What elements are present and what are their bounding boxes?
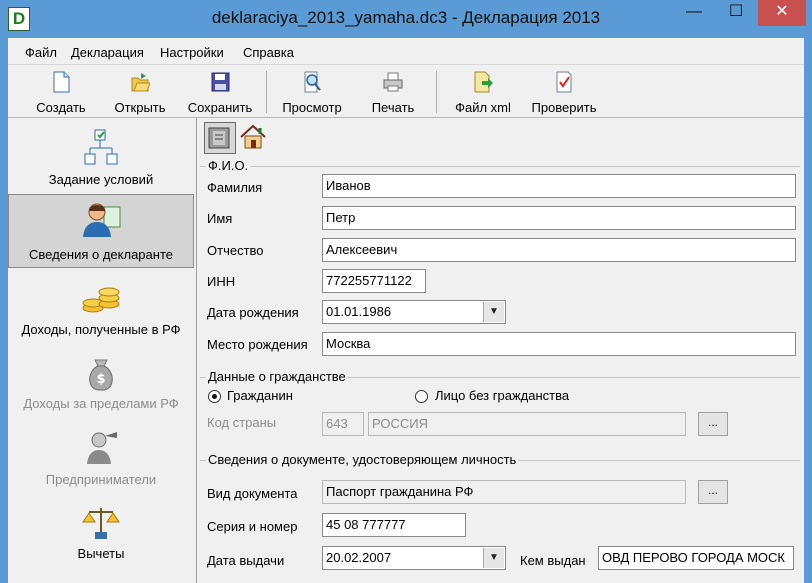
xml-file-export-icon [474,71,493,93]
document-group-title: Сведения о документе, удостоверяющем лич… [206,452,519,467]
printer-icon [383,72,403,92]
coins-icon [82,287,120,313]
minimize-button[interactable]: — [674,0,714,26]
patronymic-label: Отчество [207,243,264,258]
xml-file-label: Файл xml [455,100,511,115]
country-code-field: 643 [322,412,364,436]
maximize-button[interactable]: ☐ [716,0,756,26]
stateless-radio[interactable] [415,390,428,403]
personal-data-tab-icon [208,127,230,149]
sidebar-item-label: Задание условий [48,172,154,187]
issued-by-field[interactable]: ОВД ПЕРОВО ГОРОДА МОСК [598,546,794,570]
save-disk-icon [211,72,230,92]
svg-text:$: $ [96,372,105,387]
preview-magnifier-icon [304,71,321,93]
name-label: Имя [207,211,233,226]
menu-bar: Файл Декларация Настройки Справка [8,40,804,65]
close-button[interactable]: ✕ [758,0,806,26]
inn-field[interactable]: 772255771122 [322,269,426,293]
entrepreneur-icon [87,432,117,464]
sidebar-item-entrepreneurs[interactable]: Предприниматели [8,424,194,496]
title-bar[interactable]: D deklaraciya_2013_yamaha.dc3 - Декларац… [0,0,812,38]
create-button[interactable]: Создать [26,65,96,117]
chevron-down-icon[interactable]: ▼ [483,548,504,568]
sidebar-item-label: Предприниматели [45,472,157,487]
birthplace-label: Место рождения [207,337,308,352]
citizen-label[interactable]: Гражданин [227,388,293,403]
tab-address[interactable] [238,122,270,154]
citizen-radio[interactable] [208,390,221,403]
issue-date-value: 20.02.2007 [326,550,392,565]
series-field[interactable]: 45 08 777777 [322,513,466,537]
birthdate-label: Дата рождения [207,305,299,320]
sidebar-item-conditions[interactable]: Задание условий [8,124,194,194]
open-folder-icon [131,73,150,92]
menu-help[interactable]: Справка [243,45,294,60]
menu-settings[interactable]: Настройки [160,45,224,60]
menu-declaration[interactable]: Декларация [71,45,144,60]
open-button[interactable]: Открыть [104,65,176,117]
money-bag-icon: $ [89,359,113,391]
toolbar: Создать Открыть Сохранить Просмотр Печат… [8,65,804,118]
open-label: Открыть [114,100,166,115]
group-separator [200,166,800,167]
surname-label: Фамилия [207,180,263,195]
save-button[interactable]: Сохранить [182,65,258,117]
birthplace-field[interactable]: Москва [322,332,796,356]
country-code-label: Код страны [207,415,277,430]
surname-field[interactable]: Иванов [322,174,796,198]
window-frame-left [0,38,8,583]
check-button[interactable]: Проверить [526,65,602,117]
check-document-icon [556,71,572,93]
doc-type-label: Вид документа [207,486,298,501]
birthdate-value: 01.01.1986 [326,304,392,319]
sidebar-item-label: Вычеты [77,546,125,561]
sidebar-item-label: Доходы, полученные в РФ [21,322,181,337]
country-browse-button[interactable]: ... [698,412,728,436]
sidebar-item-deductions[interactable]: Вычеты [8,498,194,570]
birthdate-dropdown[interactable]: 01.01.1986 ▼ [322,300,506,324]
sidebar: Задание условий Сведения о декларанте До… [8,118,197,583]
sidebar-item-income-rf[interactable]: Доходы, полученные в РФ [8,274,194,346]
sidebar-item-label: Сведения о декларанте [29,247,173,262]
issued-by-label: Кем выдан [520,553,586,568]
check-label: Проверить [531,100,597,115]
sidebar-item-label: Доходы за пределами РФ [23,396,179,411]
stateless-label[interactable]: Лицо без гражданства [435,388,569,403]
deductions-scales-icon [82,508,120,539]
preview-label: Просмотр [282,100,342,115]
preview-button[interactable]: Просмотр [276,65,348,117]
issue-date-label: Дата выдачи [207,553,285,568]
new-document-icon [53,71,70,93]
country-name-field: РОССИЯ [368,412,686,436]
conditions-tree-icon [84,129,118,165]
doc-type-browse-button[interactable]: ... [698,480,728,504]
tab-personal-data[interactable] [204,122,236,154]
save-label: Сохранить [187,100,253,115]
patronymic-field[interactable]: Алексеевич [322,238,796,262]
person-card-icon [83,203,121,237]
declarant-form: Ф.И.О. Фамилия Иванов Имя Петр Отчество … [198,118,804,583]
issue-date-dropdown[interactable]: 20.02.2007 ▼ [322,546,506,570]
house-address-tab-icon [240,124,266,149]
doc-type-field: Паспорт гражданина РФ [322,480,686,504]
sidebar-item-income-abroad[interactable]: $ Доходы за пределами РФ [8,348,194,420]
menu-file[interactable]: Файл [25,45,57,60]
sidebar-item-declarant-info[interactable]: Сведения о декларанте [8,194,194,268]
window-frame-right [804,38,812,583]
series-label: Серия и номер [207,519,298,534]
chevron-down-icon[interactable]: ▼ [483,302,504,322]
create-label: Создать [36,100,86,115]
toolbar-separator [436,71,437,113]
print-label: Печать [371,100,415,115]
print-button[interactable]: Печать [360,65,426,117]
xml-file-button[interactable]: Файл xml [446,65,520,117]
toolbar-separator [266,71,267,113]
citizenship-group-title: Данные о гражданстве [206,369,348,384]
name-field[interactable]: Петр [322,206,796,230]
fio-group-title: Ф.И.О. [206,158,251,173]
inn-label: ИНН [207,274,236,289]
